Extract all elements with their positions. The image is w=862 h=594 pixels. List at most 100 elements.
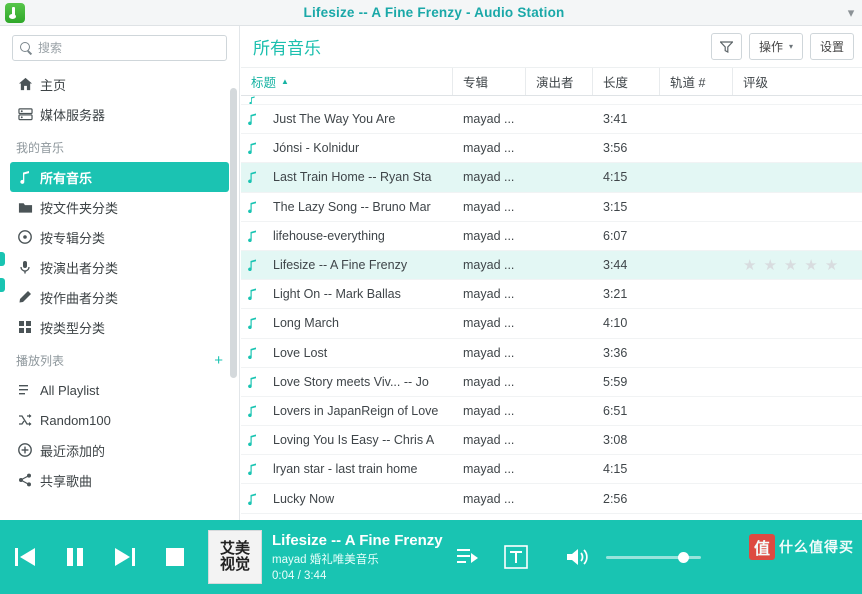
sidebar-item-all-music[interactable]: 所有音乐	[10, 162, 229, 192]
sidebar-section-my-music: 我的音乐	[16, 141, 65, 155]
lyrics-button[interactable]	[492, 520, 540, 594]
plus-circle-icon	[18, 443, 40, 457]
sidebar-top-nav: 主页 媒体服务器	[0, 67, 239, 129]
sidebar-item-by-folder[interactable]: 按文件夹分类	[0, 192, 239, 222]
star-icon[interactable]: ★	[784, 256, 797, 274]
star-icon[interactable]: ★	[743, 256, 756, 274]
cell-album: mayad ...	[463, 228, 515, 243]
table-row[interactable]: Just The Way You Are mayad ... 3:41	[241, 105, 862, 135]
search-input[interactable]	[38, 41, 220, 55]
star-icon[interactable]: ★	[804, 256, 817, 274]
cell-album: mayad ...	[463, 287, 515, 302]
cell-album: mayad ...	[463, 199, 515, 214]
table-row[interactable]: Lovers in JapanReign of Love mayad ... 6:5…	[241, 397, 862, 427]
settings-button-label: 设置	[819, 40, 844, 54]
plus-icon[interactable]: +	[214, 353, 223, 368]
star-icon[interactable]: ★	[763, 256, 776, 274]
table-row[interactable]: Long March mayad ... 4:10	[241, 309, 862, 339]
table-row[interactable]: lifehouse-everything mayad ... 6:07	[241, 222, 862, 251]
sidebar-item-by-composer[interactable]: 按作曲者分类	[0, 282, 239, 312]
sidebar-scrollbar-thumb[interactable]	[230, 88, 237, 378]
title-bar: Lifesize -- A Fine Frenzy - Audio Statio…	[0, 0, 862, 26]
sidebar-item-by-genre[interactable]: 按类型分类	[0, 312, 239, 342]
previous-track-icon	[15, 548, 35, 566]
cell-length: 3:21	[603, 287, 628, 302]
table-row[interactable]: Love Lost mayad ... 3:36	[241, 339, 862, 368]
cell-rating: ★ ★ ★ ★ ★	[733, 256, 862, 274]
pause-button[interactable]	[50, 520, 100, 594]
cell-title: Jónsi - Kolnidur	[273, 141, 360, 156]
sidebar-item-label: 按作曲者分类	[40, 290, 119, 306]
column-header-track[interactable]: 轨道 #	[660, 68, 733, 95]
column-label: 长度	[603, 76, 629, 90]
sidebar-item-by-album[interactable]: 按专辑分类	[0, 222, 239, 252]
column-label: 评级	[743, 76, 769, 90]
table-row[interactable]: Lucky Now mayad ... 2:56	[241, 484, 862, 514]
table-row[interactable]: Lifesize -- A Fine Frenzy mayad ... 3:44 ★ ★…	[241, 250, 862, 281]
table-row[interactable]: Last Train Home -- Ryan Sta mayad ... 4:15	[241, 163, 862, 193]
window-menu-icon[interactable]: ▾	[840, 5, 862, 21]
table-row[interactable]: Light On -- Mark Ballas mayad ... 3:21	[241, 280, 862, 310]
sidebar-item-home[interactable]: 主页	[0, 69, 239, 99]
star-icon[interactable]: ★	[825, 256, 838, 274]
folder-icon	[18, 201, 40, 214]
cell-album: mayad ...	[463, 491, 515, 506]
sidebar-item-label: 按类型分类	[40, 320, 106, 336]
action-button[interactable]: 操作 ▾	[748, 33, 803, 60]
cell-title: Lucky Now	[273, 491, 335, 506]
search-container	[0, 26, 239, 67]
table-row[interactable]: lryan star - last train home mayad ... 4:1…	[241, 455, 862, 485]
cell-album: mayad ...	[463, 403, 515, 418]
album-art-line2: 视觉	[219, 556, 250, 573]
column-header-length[interactable]: 长度	[593, 68, 660, 95]
sidebar-item-all-playlist[interactable]: All Playlist	[0, 375, 239, 405]
column-header-rating[interactable]: 评级	[733, 68, 862, 95]
playlist-queue-icon	[457, 549, 478, 563]
table-row[interactable]: Jónsi - Kolnidur mayad ... 3:56	[241, 134, 862, 164]
table-row[interactable]: Loving You Is Easy -- Chris A mayad ... 3:…	[241, 426, 862, 456]
sidebar-item-label: 最近添加的	[40, 443, 106, 459]
audio-station-window: Lifesize -- A Fine Frenzy - Audio Statio…	[0, 0, 862, 594]
music-note-icon	[241, 493, 263, 505]
sidebar-item-random100[interactable]: Random100	[0, 405, 239, 435]
column-header-artist[interactable]: 演出者	[526, 68, 593, 95]
stop-button[interactable]	[150, 520, 200, 594]
cell-title: The Lazy Song -- Bruno Mar	[273, 199, 431, 214]
sidebar-item-media-server[interactable]: 媒体服务器	[0, 99, 239, 129]
sort-ascending-icon: ▲	[281, 77, 289, 86]
sidebar-item-recently-added[interactable]: 最近添加的	[0, 435, 239, 465]
page-title: 所有音乐	[253, 39, 321, 58]
cell-length: 4:10	[603, 316, 628, 331]
volume-button[interactable]	[554, 520, 602, 594]
home-icon	[18, 77, 40, 91]
filter-button[interactable]	[710, 33, 742, 60]
cell-album: mayad ...	[463, 374, 515, 389]
table-row[interactable]: The Lazy Song -- Bruno Mar mayad ... 3:15	[241, 193, 862, 222]
next-track-button[interactable]	[100, 520, 150, 594]
sidebar-item-shared-songs[interactable]: 共享歌曲	[0, 465, 239, 495]
column-label: 演出者	[536, 76, 574, 90]
music-note-icon	[241, 230, 263, 242]
column-header-title[interactable]: 标题 ▲	[241, 68, 453, 95]
cell-length: 6:51	[603, 403, 628, 418]
mic-icon	[18, 260, 40, 274]
sidebar-item-label: All Playlist	[40, 382, 100, 398]
cell-title: Loving You Is Easy -- Chris A	[273, 433, 435, 448]
search-box[interactable]	[12, 35, 227, 61]
table-row[interactable]: Love Story meets Viv... -- Jo mayad ... 5:…	[241, 368, 862, 397]
edge-tab-1	[0, 252, 5, 266]
previous-track-button[interactable]	[0, 520, 50, 594]
volume-slider-knob[interactable]	[678, 551, 689, 563]
track-list[interactable]: Just The Way You Are mayad ... 3:41 Jónsi -…	[241, 96, 862, 519]
music-note-icon	[241, 376, 263, 388]
music-note-icon	[241, 347, 263, 359]
column-header-album[interactable]: 专辑	[453, 68, 526, 95]
sidebar-item-by-artist[interactable]: 按演出者分类	[0, 252, 239, 282]
volume-slider[interactable]	[606, 551, 701, 563]
queue-button[interactable]	[444, 520, 492, 594]
music-note-icon	[241, 463, 263, 476]
settings-button[interactable]: 设置	[809, 33, 854, 60]
chevron-down-icon: ▾	[788, 42, 793, 51]
rating-stars[interactable]: ★ ★ ★ ★ ★	[743, 256, 862, 274]
cell-length: 3:44	[603, 258, 628, 273]
